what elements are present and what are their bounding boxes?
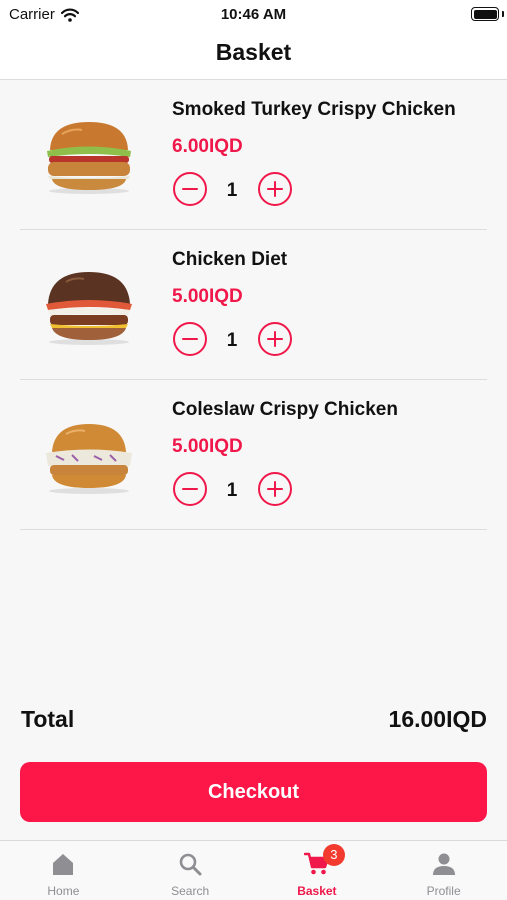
minus-icon xyxy=(182,187,198,191)
burger-image xyxy=(46,272,132,345)
tab-basket[interactable]: 3 Basket xyxy=(254,841,381,900)
quantity-value: 1 xyxy=(226,480,238,501)
status-time: 10:46 AM xyxy=(220,6,287,23)
total-label: Total xyxy=(21,706,75,732)
decrease-quantity-button[interactable] xyxy=(173,472,207,506)
item-name: Smoked Turkey Crispy Chicken xyxy=(172,99,456,120)
quantity-value: 1 xyxy=(226,330,238,351)
cart-item: Coleslaw Crispy Chicken 5.00IQD 1 xyxy=(20,380,487,530)
decrease-quantity-button[interactable] xyxy=(173,172,207,206)
tab-bar: Home Search 3 Basket Profile xyxy=(0,840,507,900)
item-price: 5.00IQD xyxy=(172,286,243,307)
cart-count-badge: 3 xyxy=(322,844,345,866)
minus-icon xyxy=(182,487,198,491)
total-value: 16.00IQD xyxy=(388,706,487,732)
increase-quantity-button[interactable] xyxy=(258,472,292,506)
page-title: Basket xyxy=(0,30,507,80)
increase-quantity-button[interactable] xyxy=(258,322,292,356)
increase-quantity-button[interactable] xyxy=(258,172,292,206)
burger-image xyxy=(47,122,131,194)
item-price: 6.00IQD xyxy=(172,136,243,157)
tab-home[interactable]: Home xyxy=(0,841,127,900)
status-bar: Carrier 10:46 AM xyxy=(0,0,507,30)
checkout-button[interactable]: Checkout xyxy=(20,762,487,822)
item-price: 5.00IQD xyxy=(172,436,243,457)
tab-label: Basket xyxy=(297,884,337,898)
tab-search[interactable]: Search xyxy=(127,841,254,900)
decrease-quantity-button[interactable] xyxy=(173,322,207,356)
home-icon xyxy=(53,854,74,875)
cart-item: Chicken Diet 5.00IQD 1 xyxy=(20,230,487,380)
item-name: Chicken Diet xyxy=(172,249,288,270)
tab-label: Home xyxy=(47,884,80,898)
profile-icon xyxy=(432,853,455,875)
minus-icon xyxy=(182,337,198,341)
cart-list: Smoked Turkey Crispy Chicken 6.00IQD 1 C… xyxy=(0,80,507,530)
search-icon xyxy=(179,853,202,876)
cart-item: Smoked Turkey Crispy Chicken 6.00IQD 1 xyxy=(20,80,487,230)
tab-label: Profile xyxy=(426,884,461,898)
burger-image xyxy=(46,424,132,494)
tab-profile[interactable]: Profile xyxy=(380,841,507,900)
item-name: Coleslaw Crispy Chicken xyxy=(172,399,398,420)
battery-icon xyxy=(471,7,499,21)
quantity-value: 1 xyxy=(226,180,238,201)
tab-label: Search xyxy=(171,884,210,898)
